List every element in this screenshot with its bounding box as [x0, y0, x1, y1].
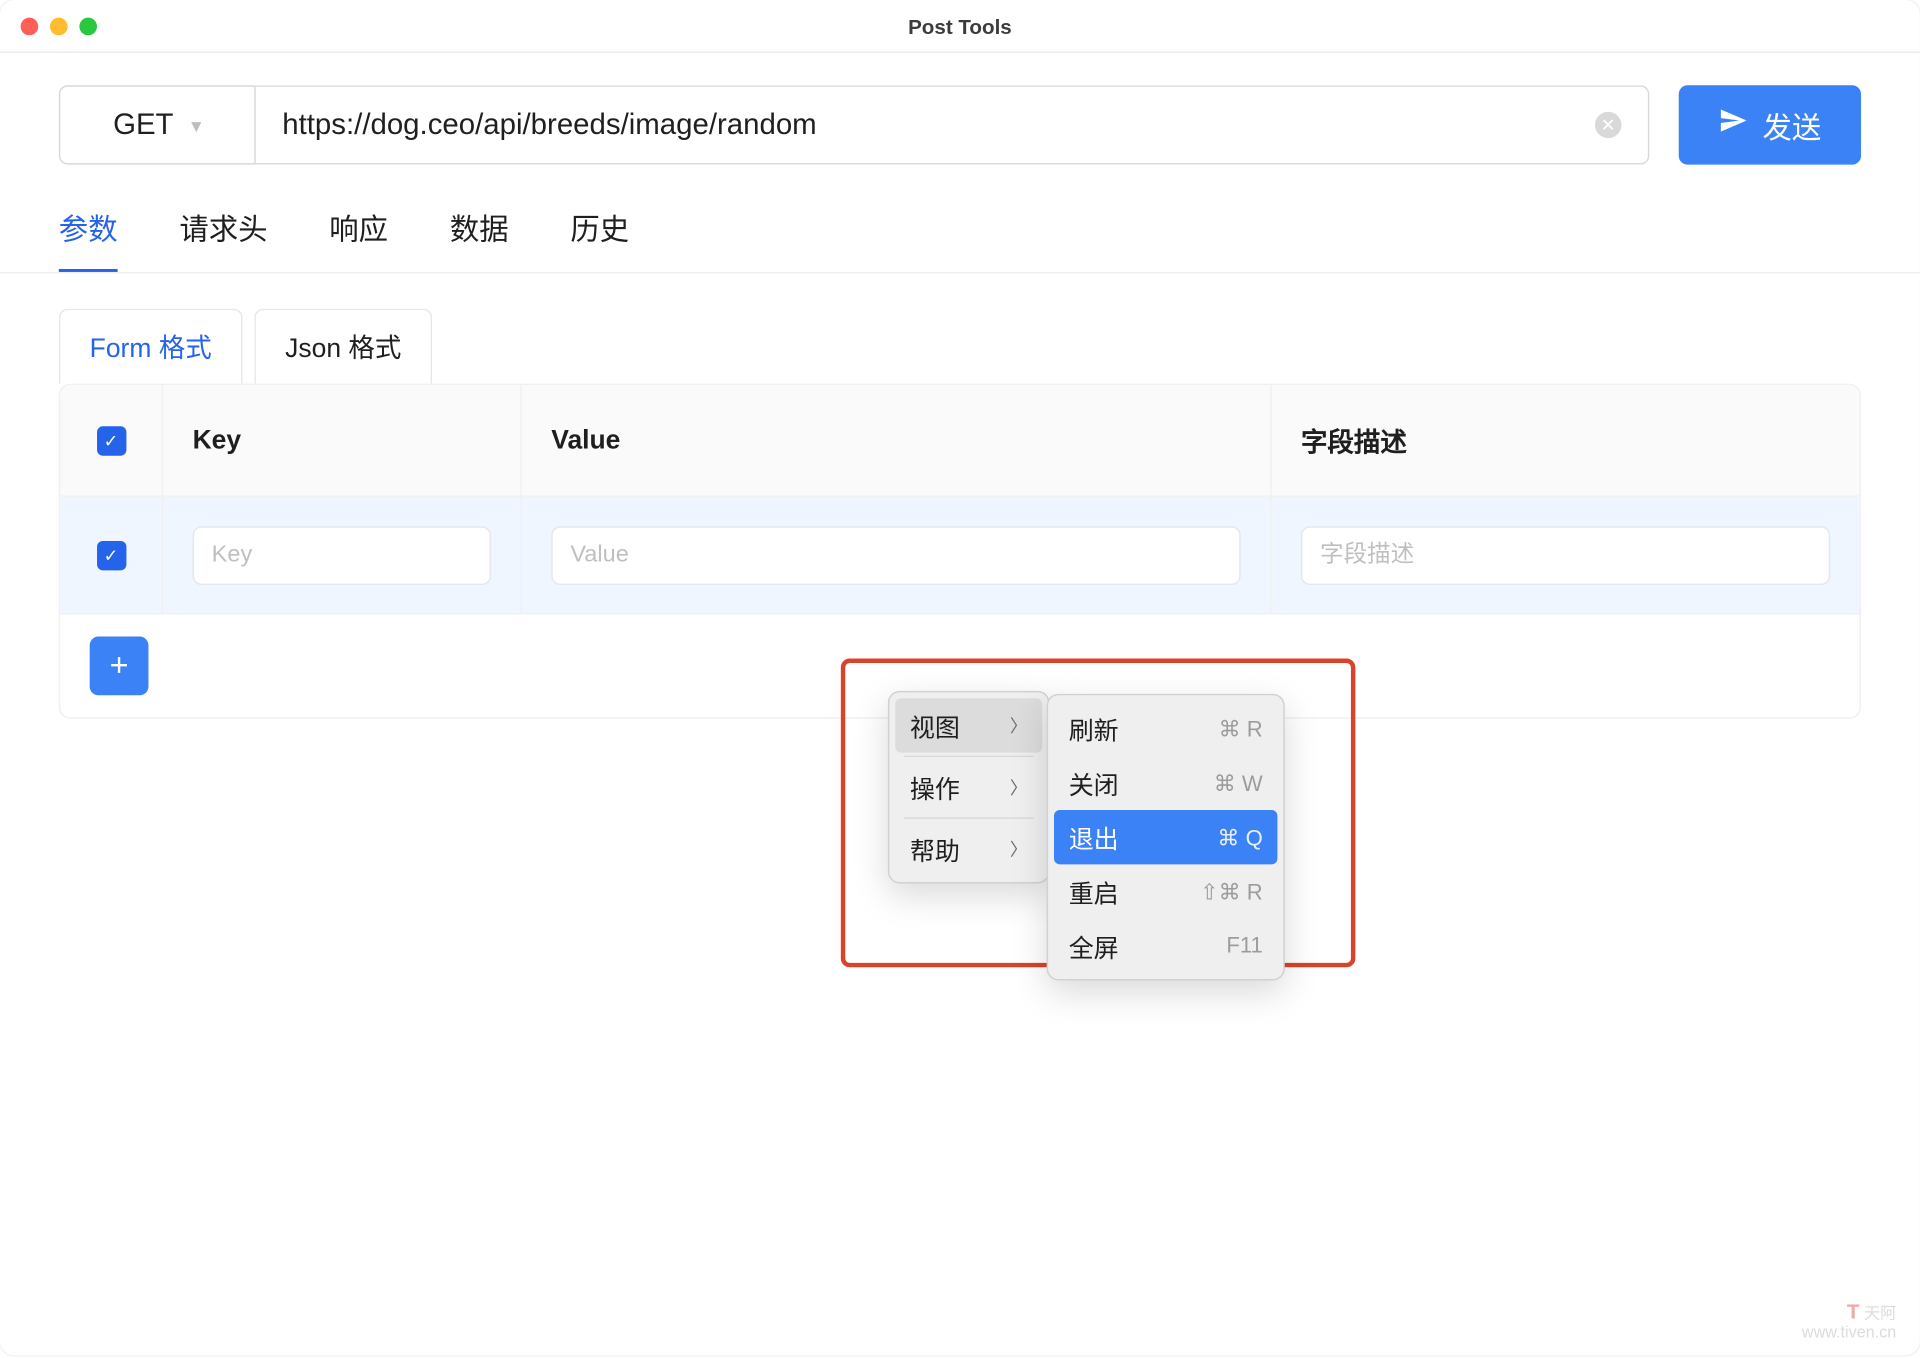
- column-header-desc: 字段描述: [1272, 385, 1860, 495]
- menu-item-label: 视图: [910, 707, 960, 744]
- http-method-select[interactable]: GET ▾: [59, 85, 256, 164]
- menu-item-refresh[interactable]: 刷新 ⌘ R: [1054, 701, 1277, 755]
- shortcut-label: ⇧⌘ R: [1200, 878, 1263, 904]
- menu-item-action[interactable]: 操作 〉: [895, 760, 1042, 814]
- menu-item-label: 退出: [1069, 819, 1119, 856]
- value-input[interactable]: [551, 526, 1240, 585]
- traffic-lights: [21, 17, 97, 35]
- maximize-window-icon[interactable]: [79, 17, 97, 35]
- column-header-key: Key: [163, 385, 522, 495]
- url-field-wrap: ✕: [256, 85, 1650, 164]
- context-menu-primary: 视图 〉 操作 〉 帮助 〉: [888, 691, 1050, 884]
- shortcut-label: ⌘ Q: [1217, 824, 1262, 850]
- menu-item-label: 刷新: [1069, 710, 1119, 747]
- watermark: T 天阿 www.tiven.cn: [1802, 1299, 1896, 1344]
- main-tabs: 参数 请求头 响应 数据 历史: [0, 206, 1920, 274]
- close-icon: ✕: [1601, 115, 1616, 136]
- add-row-button[interactable]: +: [90, 637, 149, 696]
- menu-item-label: 操作: [910, 769, 960, 806]
- watermark-name: 天阿: [1864, 1305, 1896, 1323]
- tab-response[interactable]: 响应: [329, 206, 388, 272]
- menu-separator: [904, 756, 1033, 757]
- shortcut-label: ⌘ R: [1219, 715, 1263, 741]
- shortcut-label: ⌘ W: [1214, 770, 1263, 796]
- url-input[interactable]: [282, 108, 1595, 142]
- subtab-form[interactable]: Form 格式: [59, 309, 243, 384]
- select-all-checkbox[interactable]: ✓: [96, 426, 125, 455]
- clear-url-button[interactable]: ✕: [1595, 112, 1621, 138]
- minimize-window-icon[interactable]: [50, 17, 68, 35]
- app-window: Post Tools GET ▾ ✕ 发送 参数 请求头 响应 数据 历史 Fo…: [0, 0, 1920, 1355]
- chevron-right-icon: 〉: [1010, 836, 1028, 861]
- table-row: ✓: [60, 497, 1859, 615]
- request-toolbar: GET ▾ ✕ 发送: [0, 53, 1920, 165]
- titlebar: Post Tools: [0, 0, 1920, 53]
- menu-item-label: 关闭: [1069, 764, 1119, 801]
- watermark-logo: T: [1847, 1299, 1860, 1323]
- chevron-right-icon: 〉: [1010, 713, 1028, 738]
- chevron-right-icon: 〉: [1010, 775, 1028, 800]
- menu-item-view[interactable]: 视图 〉: [895, 698, 1042, 752]
- tab-params[interactable]: 参数: [59, 206, 118, 272]
- tab-data[interactable]: 数据: [450, 206, 509, 272]
- plus-icon: +: [110, 647, 129, 685]
- column-header-value: Value: [522, 385, 1272, 495]
- menu-item-label: 帮助: [910, 831, 960, 868]
- key-input[interactable]: [193, 526, 491, 585]
- menu-item-close[interactable]: 关闭 ⌘ W: [1054, 756, 1277, 810]
- menu-item-fullscreen[interactable]: 全屏 F11: [1054, 919, 1277, 973]
- window-title: Post Tools: [908, 14, 1012, 38]
- menu-separator: [904, 817, 1033, 818]
- shortcut-label: F11: [1226, 933, 1262, 958]
- tab-history[interactable]: 历史: [570, 206, 629, 272]
- subtab-json[interactable]: Json 格式: [254, 309, 432, 384]
- send-button-label: 发送: [1763, 104, 1822, 147]
- menu-item-label: 重启: [1069, 873, 1119, 910]
- watermark-url: www.tiven.cn: [1802, 1324, 1896, 1342]
- menu-item-help[interactable]: 帮助 〉: [895, 822, 1042, 876]
- context-menu-group: 视图 〉 操作 〉 帮助 〉 刷新 ⌘ R 关闭 ⌘ W: [888, 691, 1285, 981]
- row-checkbox[interactable]: ✓: [96, 540, 125, 569]
- http-method-value: GET: [113, 108, 173, 142]
- table-header-row: ✓ Key Value 字段描述: [60, 385, 1859, 497]
- params-table: ✓ Key Value 字段描述 ✓ +: [59, 384, 1861, 719]
- send-icon: [1718, 106, 1747, 144]
- menu-item-restart[interactable]: 重启 ⇧⌘ R: [1054, 864, 1277, 918]
- tab-headers[interactable]: 请求头: [179, 206, 267, 272]
- close-window-icon[interactable]: [21, 17, 39, 35]
- chevron-down-icon: ▾: [191, 112, 201, 137]
- desc-input[interactable]: [1301, 526, 1830, 585]
- menu-item-quit[interactable]: 退出 ⌘ Q: [1054, 810, 1277, 864]
- context-menu-secondary: 刷新 ⌘ R 关闭 ⌘ W 退出 ⌘ Q 重启 ⇧⌘ R 全屏 F11: [1047, 694, 1285, 981]
- format-subtabs: Form 格式 Json 格式: [0, 273, 1920, 383]
- send-button[interactable]: 发送: [1679, 85, 1861, 164]
- menu-item-label: 全屏: [1069, 928, 1119, 965]
